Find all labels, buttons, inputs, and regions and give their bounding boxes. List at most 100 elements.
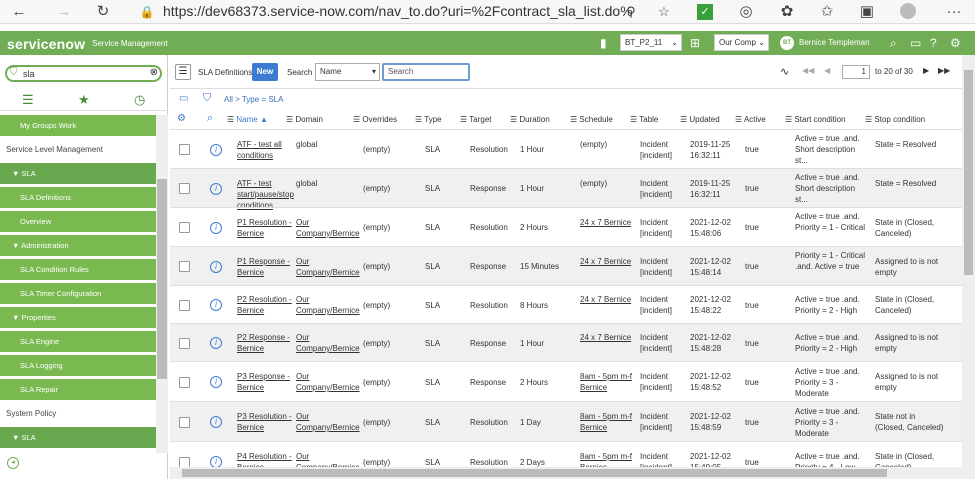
refresh-icon[interactable]: ↻ (94, 3, 112, 21)
search-icon[interactable]: ⌕ (207, 112, 213, 125)
sidebar-item[interactable]: SLA Logging (0, 355, 156, 377)
column-header[interactable]: ☰ Stop condition (865, 111, 925, 128)
column-menu-icon[interactable]: ☰ (353, 115, 362, 124)
history-icon[interactable]: ◷ (134, 92, 145, 108)
row-checkbox[interactable] (179, 376, 190, 388)
info-icon[interactable]: i (210, 260, 222, 273)
filter-input[interactable]: sla (23, 69, 35, 79)
table-row[interactable]: i P2 Response - Bernice Our Company/Bernic… (170, 323, 962, 361)
horizontal-scrollbar[interactable] (170, 467, 962, 479)
last-page-icon[interactable]: ▶▶ (938, 66, 950, 75)
info-icon[interactable]: i (210, 416, 222, 428)
page-input[interactable]: 1 (842, 65, 870, 79)
star-icon[interactable]: ★ (78, 92, 90, 108)
gear-icon[interactable]: ⚙ (177, 113, 186, 124)
help-icon[interactable]: ? (930, 35, 937, 51)
scrollbar-thumb[interactable] (157, 179, 167, 379)
cell-name[interactable]: P3 Response - Bernice (237, 371, 295, 393)
search-input[interactable]: Search (382, 63, 470, 81)
sidebar-item[interactable]: ▼ SLA (0, 163, 156, 185)
row-checkbox[interactable] (179, 183, 190, 194)
info-icon[interactable]: i (210, 376, 222, 388)
cell-domain[interactable]: Our Company/Bernice (296, 256, 360, 278)
domain-icon[interactable]: ⊞ (690, 35, 700, 51)
cell-schedule[interactable]: (empty) (580, 178, 635, 189)
sidebar-item[interactable]: SLA Definitions (0, 187, 156, 209)
update-set-select[interactable]: BT_P2_11 ⌄ (620, 34, 682, 51)
collections-icon[interactable]: ▣ (858, 3, 876, 21)
collapse-icon[interactable]: ◂ (7, 457, 19, 469)
row-checkbox[interactable] (179, 299, 190, 311)
info-icon[interactable]: i (210, 143, 222, 156)
sidebar-item[interactable]: Service Level Management (0, 139, 156, 161)
chat-bubble-icon[interactable]: ▭ (179, 93, 188, 104)
row-checkbox[interactable] (179, 416, 190, 428)
cell-schedule[interactable]: 24 x 7 Bernice (580, 332, 635, 343)
cell-name[interactable]: P2 Response - Bernice (237, 332, 295, 354)
column-menu-icon[interactable]: ☰ (415, 115, 424, 124)
sidebar-item[interactable]: SLA Timer Configuration (0, 283, 156, 305)
next-page-icon[interactable]: ▶ (923, 66, 929, 75)
column-header[interactable]: ☰ Schedule (570, 111, 613, 128)
zoom-icon[interactable]: ⚲ (622, 3, 640, 21)
column-header[interactable]: ☰ Duration (510, 111, 550, 128)
info-icon[interactable]: i (210, 299, 222, 311)
table-row[interactable]: i P3 Response - Bernice Our Company/Bernic… (170, 361, 962, 401)
row-checkbox[interactable] (179, 144, 190, 155)
extension-check-icon[interactable]: ✓ (697, 4, 713, 20)
column-menu-icon[interactable]: ☰ (510, 115, 519, 124)
cell-name[interactable]: ATF - test start/pause/stop conditions (237, 178, 295, 211)
list-menu-button[interactable]: ☰ (175, 64, 191, 80)
cell-domain[interactable]: Our Company/Bernice (296, 294, 360, 316)
search-icon[interactable]: ⌕ (890, 35, 897, 51)
clear-icon[interactable]: ⊗ (150, 67, 158, 78)
sidebar-item[interactable]: System Policy (0, 403, 156, 425)
column-menu-icon[interactable]: ☰ (460, 115, 469, 124)
column-header[interactable]: ☰ Updated (680, 111, 720, 128)
vertical-scrollbar[interactable] (962, 55, 975, 479)
cell-domain[interactable]: Our Company/Bernice (296, 371, 360, 393)
more-icon[interactable]: ··· (945, 3, 963, 21)
breadcrumb[interactable]: All > Type = SLA (224, 95, 283, 104)
row-checkbox[interactable] (179, 456, 190, 468)
sidebar-item[interactable]: Overview (0, 211, 156, 233)
column-menu-icon[interactable]: ☰ (865, 115, 874, 124)
sidebar-scrollbar[interactable] (156, 115, 168, 453)
column-menu-icon[interactable]: ☰ (630, 115, 639, 124)
forward-icon[interactable]: → (55, 3, 73, 21)
table-row[interactable]: i P2 Resolution - Bernice Our Company/Bern… (170, 285, 962, 323)
favorite-add-icon[interactable]: ☆ (655, 3, 673, 21)
cell-name[interactable]: ATF - test all conditions (237, 139, 295, 161)
extensions-icon[interactable]: ✿ (778, 3, 796, 21)
cell-domain[interactable]: Our Company/Bernice (296, 332, 360, 354)
favorites-icon[interactable]: ✩ (818, 3, 836, 21)
all-apps-icon[interactable]: ☰ (22, 92, 34, 108)
cell-schedule[interactable]: 24 x 7 Bernice (580, 256, 635, 267)
address-bar[interactable]: https://dev68373.service-now.com/nav_to.… (163, 0, 633, 23)
cell-name[interactable]: P3 Resolution - Bernice (237, 411, 295, 433)
table-row[interactable]: i ATF - test all conditions global (empty) S… (170, 129, 962, 168)
filter-icon[interactable]: ⛉ (203, 92, 211, 105)
table-row[interactable]: i P4 Resolution - Bernice Our Company/Bern… (170, 441, 962, 469)
row-checkbox[interactable] (179, 222, 190, 233)
info-icon[interactable]: i (210, 337, 222, 349)
column-header[interactable]: ☰ Overrides (353, 111, 397, 128)
row-checkbox[interactable] (179, 337, 190, 349)
row-checkbox[interactable] (179, 261, 190, 272)
table-row[interactable]: i P1 Resolution - Bernice Our Company/Bern… (170, 207, 962, 246)
column-menu-icon[interactable]: ☰ (680, 115, 689, 124)
sidebar-item[interactable]: SLA Repair (0, 379, 156, 401)
column-menu-icon[interactable]: ☰ (785, 115, 794, 124)
sidebar-item[interactable]: My Groups Work (0, 115, 156, 137)
sidebar-item[interactable]: ▼ Administration (0, 235, 156, 257)
column-header[interactable]: ☰ Domain (286, 111, 323, 128)
cell-domain[interactable]: global (296, 139, 356, 150)
tracking-icon[interactable]: ◎ (737, 3, 755, 21)
sidebar-item[interactable]: ▼ Properties (0, 307, 156, 329)
prev-page-icon[interactable]: ◀ (824, 66, 830, 75)
cell-name[interactable]: P2 Resolution - Bernice (237, 294, 295, 316)
cell-schedule[interactable]: 24 x 7 Bernice (580, 217, 635, 228)
new-button[interactable]: New (252, 63, 278, 81)
cell-domain[interactable]: Our Company/Bernice (296, 217, 360, 239)
cell-schedule[interactable]: 8am - 5pm m-f Bernice (580, 371, 635, 393)
